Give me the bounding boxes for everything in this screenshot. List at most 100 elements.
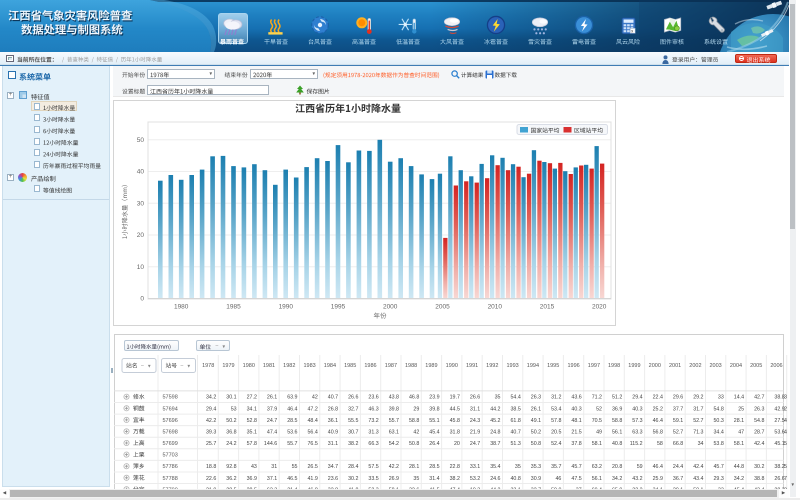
- svg-text:1978: 1978: [202, 363, 214, 369]
- svg-text:29.2: 29.2: [693, 395, 703, 401]
- svg-text:21.9: 21.9: [470, 429, 480, 435]
- svg-text:48.4: 48.4: [307, 418, 317, 424]
- svg-text:1990: 1990: [446, 363, 458, 369]
- svg-text:57.8: 57.8: [551, 418, 561, 424]
- svg-text:25: 25: [738, 406, 744, 412]
- svg-text:30.9: 30.9: [531, 476, 541, 482]
- svg-text:2006: 2006: [770, 363, 782, 369]
- svg-text:29.4: 29.4: [206, 406, 216, 412]
- svg-text:2001: 2001: [669, 363, 681, 369]
- svg-text:24.2: 24.2: [226, 441, 236, 447]
- svg-text:▼: ▼: [147, 363, 152, 368]
- svg-text:50.2: 50.2: [531, 429, 541, 435]
- svg-text:31.1: 31.1: [470, 406, 480, 412]
- svg-text:37.8: 37.8: [571, 441, 581, 447]
- svg-text:34.7: 34.7: [328, 464, 338, 470]
- svg-text:42.4: 42.4: [754, 441, 764, 447]
- svg-text:46: 46: [555, 476, 561, 482]
- svg-text:35.4: 35.4: [490, 464, 500, 470]
- svg-text:51.2: 51.2: [612, 395, 622, 401]
- svg-text:24.3: 24.3: [470, 418, 480, 424]
- svg-text:53.6: 53.6: [287, 429, 297, 435]
- svg-text:34.2: 34.2: [734, 476, 744, 482]
- svg-text:28.4: 28.4: [348, 464, 358, 470]
- svg-text:61.8: 61.8: [510, 418, 520, 424]
- svg-text:50.3: 50.3: [713, 418, 723, 424]
- svg-text:25.7: 25.7: [206, 441, 216, 447]
- svg-text:5: 5: [784, 464, 787, 470]
- svg-text:28.7: 28.7: [754, 429, 764, 435]
- svg-text:22.4: 22.4: [653, 395, 663, 401]
- svg-text:10: 10: [137, 264, 145, 271]
- svg-text:52.4: 52.4: [551, 441, 561, 447]
- svg-text:26.1: 26.1: [531, 406, 541, 412]
- svg-text:1986: 1986: [364, 363, 376, 369]
- svg-text:47.5: 47.5: [571, 476, 581, 482]
- svg-text:40.7: 40.7: [328, 395, 338, 401]
- svg-text:20: 20: [137, 232, 145, 239]
- svg-text:27.2: 27.2: [247, 395, 257, 401]
- svg-text:0: 0: [140, 296, 144, 303]
- svg-text:50.8: 50.8: [409, 441, 419, 447]
- svg-text:31.4: 31.4: [429, 476, 439, 482]
- svg-text:34.4: 34.4: [713, 429, 723, 435]
- svg-text:26.1: 26.1: [267, 395, 277, 401]
- svg-text:57694: 57694: [163, 406, 178, 412]
- svg-text:46.4: 46.4: [287, 406, 297, 412]
- svg-text:34.2: 34.2: [612, 476, 622, 482]
- svg-text:71.2: 71.2: [592, 395, 602, 401]
- svg-text:1992: 1992: [486, 363, 498, 369]
- svg-text:24.8: 24.8: [490, 429, 500, 435]
- svg-text:20: 20: [454, 441, 460, 447]
- svg-text:26.8: 26.8: [328, 406, 338, 412]
- svg-text:42: 42: [413, 429, 419, 435]
- svg-text:59: 59: [637, 464, 643, 470]
- svg-text:29.4: 29.4: [632, 395, 642, 401]
- svg-text:1983: 1983: [303, 363, 315, 369]
- svg-text:44.2: 44.2: [490, 406, 500, 412]
- svg-text:2002: 2002: [689, 363, 701, 369]
- svg-text:55.5: 55.5: [348, 418, 358, 424]
- svg-text:38.7: 38.7: [490, 441, 500, 447]
- svg-text:36.9: 36.9: [247, 476, 257, 482]
- svg-text:26.5: 26.5: [307, 464, 317, 470]
- svg-text:22.8: 22.8: [450, 464, 460, 470]
- svg-text:40.3: 40.3: [632, 406, 642, 412]
- svg-text:1990: 1990: [279, 304, 294, 311]
- svg-text:46.4: 46.4: [653, 464, 663, 470]
- svg-text:38.5: 38.5: [510, 406, 520, 412]
- svg-text:66.3: 66.3: [368, 441, 378, 447]
- svg-text:4: 4: [784, 429, 787, 435]
- svg-text:70.5: 70.5: [592, 418, 602, 424]
- svg-text:45.7: 45.7: [571, 464, 581, 470]
- svg-text:55: 55: [292, 464, 298, 470]
- svg-text:2020: 2020: [592, 304, 607, 311]
- svg-text:19.7: 19.7: [450, 395, 460, 401]
- svg-text:2005: 2005: [435, 304, 450, 311]
- svg-text:57703: 57703: [163, 453, 178, 459]
- svg-text:29.3: 29.3: [713, 476, 723, 482]
- svg-text:29.6: 29.6: [673, 395, 683, 401]
- svg-text:26.3: 26.3: [531, 395, 541, 401]
- svg-text:23.6: 23.6: [368, 395, 378, 401]
- svg-text:55.7: 55.7: [287, 441, 297, 447]
- svg-text:42.4: 42.4: [693, 464, 703, 470]
- svg-text:45.7: 45.7: [713, 464, 723, 470]
- svg-text:45.8: 45.8: [450, 418, 460, 424]
- svg-text:1982: 1982: [283, 363, 295, 369]
- svg-text:46.4: 46.4: [653, 418, 663, 424]
- svg-text:21.5: 21.5: [571, 429, 581, 435]
- svg-text:2004: 2004: [730, 363, 742, 369]
- svg-text:42.2: 42.2: [389, 464, 399, 470]
- svg-text:14.4: 14.4: [734, 395, 744, 401]
- svg-text:35: 35: [413, 476, 419, 482]
- svg-text:1985: 1985: [226, 304, 241, 311]
- svg-text:56.8: 56.8: [653, 429, 663, 435]
- svg-text:115.2: 115.2: [630, 441, 643, 447]
- svg-text:53: 53: [231, 406, 237, 412]
- svg-text:53.2: 53.2: [470, 476, 480, 482]
- svg-text:26.9: 26.9: [389, 476, 399, 482]
- svg-text:▼: ▼: [187, 363, 192, 368]
- svg-text:2000: 2000: [649, 363, 661, 369]
- svg-text:34.1: 34.1: [247, 406, 257, 412]
